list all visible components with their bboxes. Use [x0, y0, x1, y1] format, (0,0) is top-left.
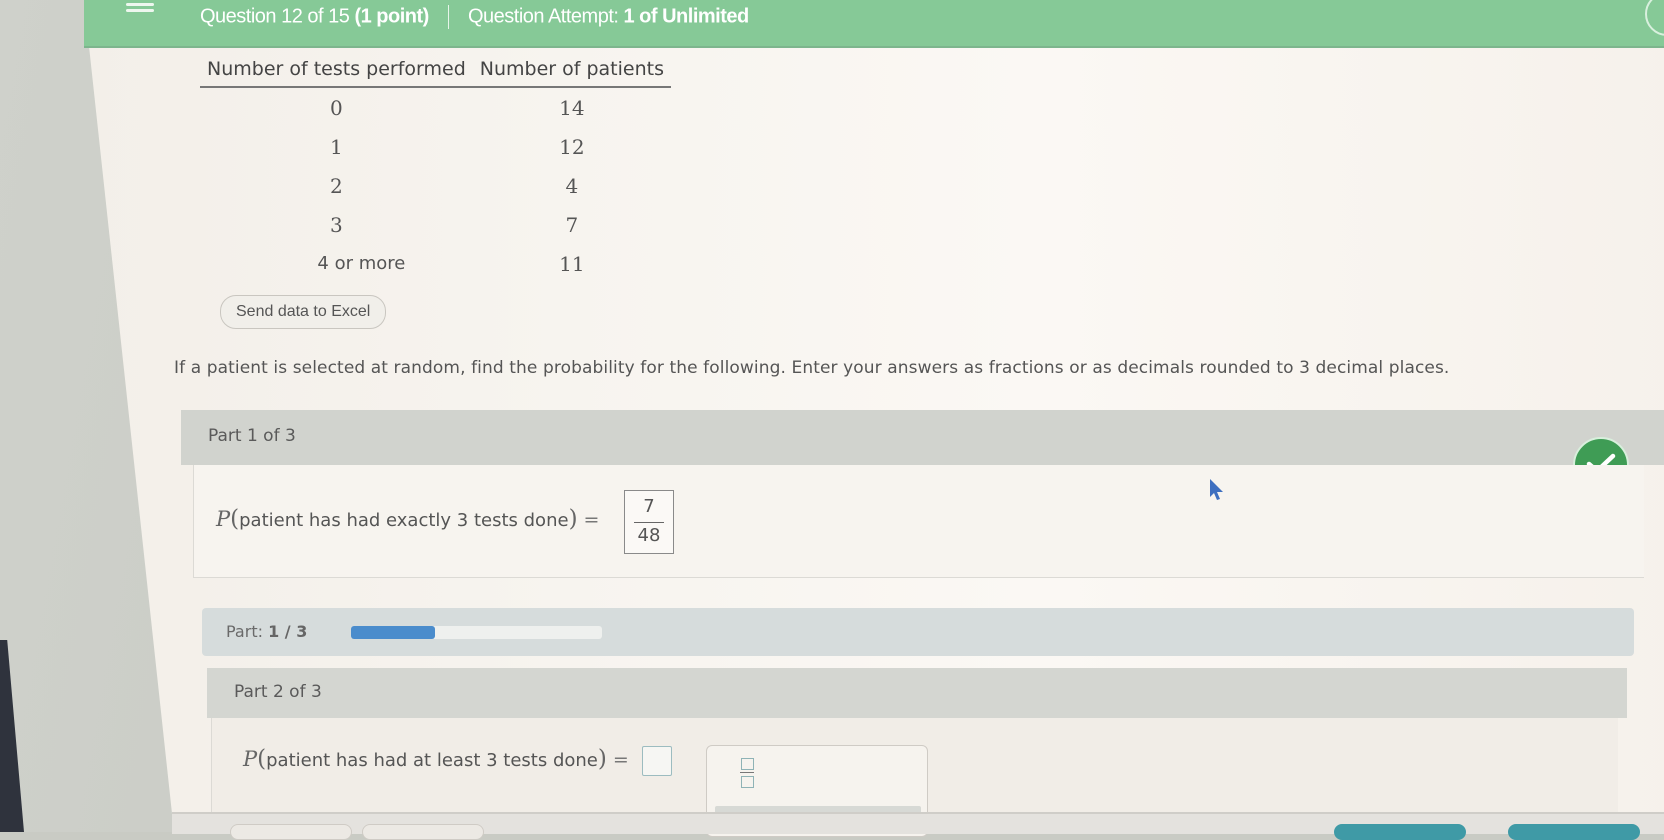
cell-tests: 2: [330, 173, 343, 198]
send-to-excel-button[interactable]: Send data to Excel: [220, 295, 387, 329]
part1-answer-field[interactable]: 7 48: [624, 490, 674, 554]
part2-header: Part 2 of 3: [207, 668, 1627, 718]
part2-title: Part 2 of 3: [234, 682, 322, 702]
bottom-button[interactable]: [1334, 824, 1466, 840]
part-progress-bar: [351, 626, 602, 639]
question-number: Question 12 of 15: [200, 5, 350, 28]
column-header-tests: Number of tests performed: [200, 54, 473, 88]
part-progress-value: 1 / 3: [268, 622, 308, 641]
cell-tests: 3: [330, 212, 343, 237]
open-paren: (: [257, 746, 267, 772]
table-row: 2 4: [200, 166, 671, 205]
hamburger-icon[interactable]: [126, 0, 154, 18]
table-row: 3 7: [200, 205, 671, 244]
part-progress-row: Part: 1 / 3: [202, 608, 1634, 656]
cell-patients: 12: [559, 134, 585, 159]
fraction-bar: [634, 522, 664, 523]
answer-numerator: 7: [643, 496, 655, 517]
part1-title: Part 1 of 3: [208, 426, 296, 446]
cell-patients: 11: [559, 251, 585, 276]
equals-sign: =: [612, 749, 629, 771]
table-row: 0 14: [200, 87, 671, 127]
part2-equation: P(patient has had at least 3 tests done)…: [243, 746, 635, 772]
table-row: 4 or more 11: [200, 244, 671, 283]
instructions-text: If a patient is selected at random, find…: [174, 358, 1450, 378]
answer-denominator: 48: [637, 525, 661, 546]
cell-tests: 1: [330, 134, 343, 159]
probability-symbol: P: [216, 507, 231, 531]
mouse-pointer-icon: [1208, 478, 1226, 506]
cell-tests: 0: [330, 95, 343, 120]
probability-symbol: P: [243, 747, 258, 771]
table-header-row: Number of tests performed Number of pati…: [200, 54, 671, 88]
header-divider: [447, 5, 449, 29]
part-progress-fill: [351, 626, 435, 639]
open-paren: (: [230, 506, 240, 532]
cell-tests: 4 or more: [317, 253, 406, 274]
data-table: Number of tests performed Number of pati…: [200, 54, 671, 283]
cell-patients: 7: [565, 212, 579, 237]
cell-patients: 14: [559, 95, 585, 120]
part-progress-label: Part: 1 / 3: [226, 622, 308, 641]
part1-equation: P(patient has had exactly 3 tests done) =: [216, 506, 605, 532]
close-paren: ): [597, 746, 607, 772]
column-header-patients: Number of patients: [472, 54, 671, 88]
bottom-button[interactable]: [1508, 824, 1640, 840]
attempt-label: Question Attempt:: [467, 5, 619, 28]
part1-prompt: patient has had exactly 3 tests done: [239, 510, 569, 531]
fraction-template-icon[interactable]: [740, 758, 754, 788]
cell-patients: 4: [565, 173, 579, 198]
question-points: (1 point): [354, 5, 429, 28]
part2-prompt: patient has had at least 3 tests done: [266, 750, 598, 771]
table-row: 1 12: [200, 127, 671, 166]
equals-sign: =: [583, 509, 600, 531]
bottom-button[interactable]: [362, 824, 484, 840]
part2-answer-field[interactable]: [642, 746, 672, 776]
close-paren: ): [568, 506, 578, 532]
bottom-button[interactable]: [230, 824, 352, 840]
attempt-value: 1 of Unlimited: [623, 5, 750, 28]
question-header-title: Question 12 of 15 (1 point) Question Att…: [200, 5, 749, 29]
part1-header: Part 1 of 3: [181, 410, 1664, 465]
